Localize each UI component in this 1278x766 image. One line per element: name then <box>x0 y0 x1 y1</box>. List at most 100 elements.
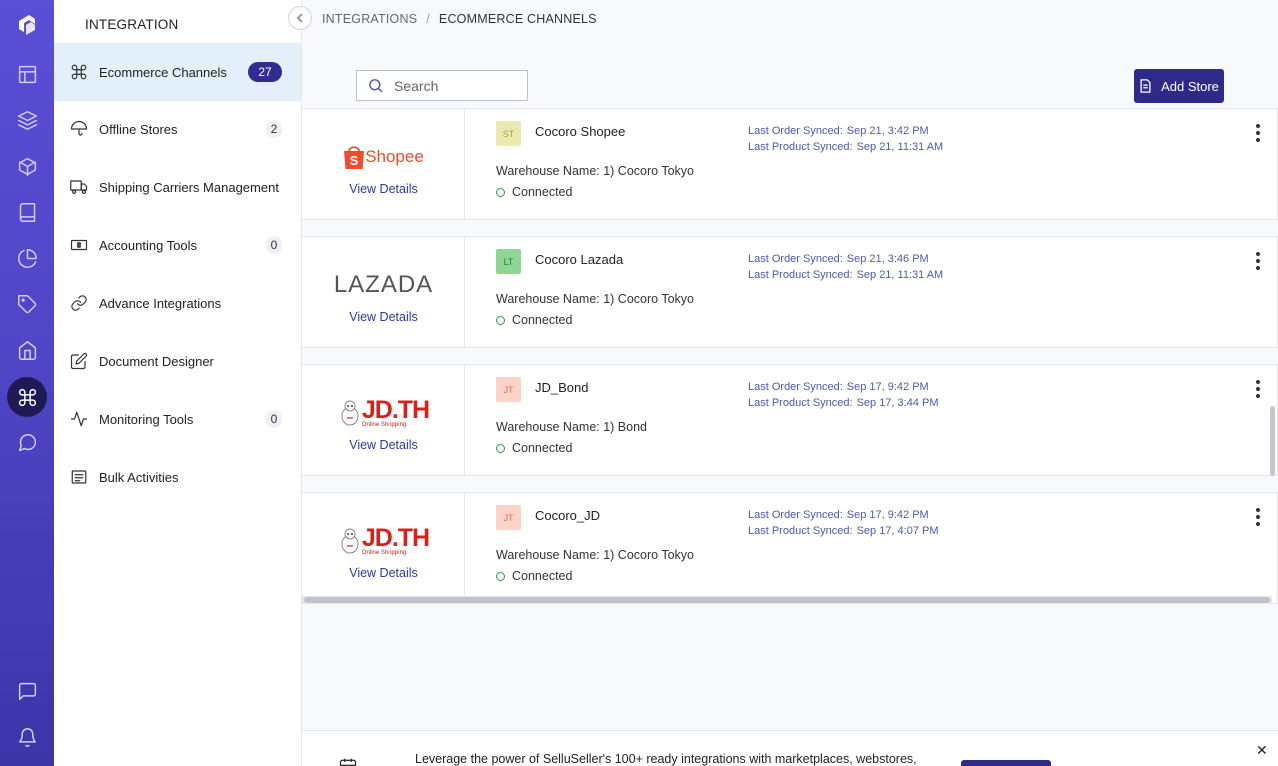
status-text: Connected <box>512 313 573 327</box>
view-details-link[interactable]: View Details <box>302 566 465 580</box>
sidebar-item-monitoring-tools[interactable]: Monitoring Tools 0 <box>54 390 301 448</box>
collapse-sidebar-button[interactable] <box>288 6 312 30</box>
view-details-link[interactable]: View Details <box>302 310 465 324</box>
brand-name: Shopee <box>365 147 424 166</box>
calendar-icon <box>338 757 358 766</box>
money-icon <box>69 235 89 255</box>
sidebar-item-label: Shipping Carriers Management <box>99 179 279 195</box>
lazada-logo: LAZADA <box>302 265 465 305</box>
sidebar-item-advance-integrations[interactable]: Advance Integrations <box>54 274 301 332</box>
view-details-link[interactable]: View Details <box>302 182 465 196</box>
sync-info: Last Order Synced: Sep 17, 9:42 PM Last P… <box>748 379 939 411</box>
more-options-icon[interactable] <box>1252 252 1264 270</box>
box-icon[interactable] <box>7 146 47 186</box>
connection-status: Connected <box>496 441 572 455</box>
layers-icon[interactable] <box>7 100 47 140</box>
app-rail <box>0 0 54 766</box>
last-order-value: Sep 17, 9:42 PM <box>846 381 929 393</box>
last-order-value: Sep 21, 3:42 PM <box>846 125 929 137</box>
message-square-icon[interactable] <box>7 671 47 711</box>
store-avatar: ST <box>496 121 521 146</box>
sidebar-title: INTEGRATION <box>85 17 179 32</box>
horizontal-scrollbar[interactable] <box>302 596 1272 604</box>
warehouse-name: Warehouse Name: 1) Cocoro Tokyo <box>496 164 695 178</box>
home-icon[interactable] <box>7 330 47 370</box>
integration-sidebar: INTEGRATION Ecommerce Channels 27 Offlin… <box>54 0 312 766</box>
jd-mascot-icon <box>341 400 359 426</box>
pie-chart-icon[interactable] <box>7 238 47 278</box>
shopping-bag-icon: S <box>344 146 365 169</box>
sidebar-item-offline-stores[interactable]: Offline Stores 2 <box>54 100 301 158</box>
sidebar-item-label: Monitoring Tools <box>99 411 194 427</box>
sidebar-item-label: Ecommerce Channels <box>99 64 227 80</box>
message-circle-icon[interactable] <box>7 422 47 462</box>
status-dot-icon <box>496 315 505 325</box>
sidebar-item-label: Offline Stores <box>99 121 178 137</box>
store-list: S Shopee View Details ST Cocoro Shopee W… <box>302 108 1278 604</box>
status-dot-icon <box>496 187 505 197</box>
sidebar-item-label: Document Designer <box>99 353 214 369</box>
scrollbar-thumb[interactable] <box>304 597 1270 603</box>
sync-info: Last Order Synced: Sep 17, 9:42 PM Last P… <box>748 507 939 539</box>
document-icon <box>1140 79 1151 93</box>
bell-icon[interactable] <box>7 717 47 757</box>
count-badge: 0 <box>266 410 282 428</box>
close-icon[interactable]: ✕ <box>1256 742 1268 759</box>
store-name: Cocoro_JD <box>535 508 601 523</box>
last-order-value: Sep 17, 9:42 PM <box>846 509 929 521</box>
store-name: Cocoro Shopee <box>535 124 626 139</box>
last-product-value: Sep 21, 11:31 AM <box>856 141 944 153</box>
store-avatar: LT <box>496 249 521 274</box>
search-input[interactable] <box>394 77 514 94</box>
book-icon[interactable] <box>7 192 47 232</box>
store-avatar: JT <box>496 505 521 530</box>
vertical-scrollbar[interactable] <box>1270 406 1275 476</box>
activity-icon <box>69 409 89 429</box>
sync-info: Last Order Synced: Sep 21, 3:42 PM Last P… <box>748 123 943 155</box>
chevron-left-icon <box>296 13 303 23</box>
sidebar-item-document-designer[interactable]: Document Designer <box>54 332 301 390</box>
store-logo-column: LAZADA View Details <box>302 237 465 347</box>
sidebar-item-bulk-activities[interactable]: Bulk Activities <box>54 448 301 506</box>
view-details-link[interactable]: View Details <box>302 438 465 452</box>
count-badge: 27 <box>248 62 282 82</box>
count-badge: 0 <box>266 236 282 254</box>
more-options-icon[interactable] <box>1252 380 1264 398</box>
add-store-label: Add Store <box>1161 78 1219 94</box>
logo-icon[interactable] <box>7 4 47 44</box>
store-card: LAZADA View Details LT Cocoro Lazada War… <box>302 236 1278 348</box>
banner-text: Leverage the power of SelluSeller's 100+… <box>415 752 917 766</box>
more-options-icon[interactable] <box>1252 508 1264 526</box>
sidebar-item-shipping-carriers[interactable]: Shipping Carriers Management <box>54 158 301 216</box>
link-icon <box>69 293 89 313</box>
add-store-button[interactable]: Add Store <box>1134 69 1224 103</box>
jd-mascot-icon <box>341 528 359 554</box>
warehouse-name: Warehouse Name: 1) Bond <box>496 420 648 434</box>
store-logo-column: JD.TH Online Shopping View Details <box>302 493 465 603</box>
search-box[interactable] <box>356 70 528 101</box>
brand-name: JD.TH <box>361 523 430 552</box>
store-avatar: JT <box>496 377 521 402</box>
svg-text:S: S <box>350 153 359 168</box>
truck-icon <box>69 177 89 197</box>
last-product-value: Sep 17, 3:44 PM <box>856 397 939 409</box>
status-text: Connected <box>512 185 573 199</box>
sync-info: Last Order Synced: Sep 21, 3:46 PM Last P… <box>748 251 943 283</box>
sidebar-item-ecommerce-channels[interactable]: Ecommerce Channels 27 <box>54 43 301 101</box>
brand-name: LAZADA <box>333 271 434 298</box>
connection-status: Connected <box>496 185 572 199</box>
last-order-label: Last Order Synced: <box>748 509 843 521</box>
breadcrumb-parent[interactable]: INTEGRATIONS <box>322 12 417 26</box>
sidebar-item-accounting-tools[interactable]: Accounting Tools 0 <box>54 216 301 274</box>
search-icon <box>369 79 383 93</box>
list-icon <box>69 467 89 487</box>
banner-cta-button[interactable] <box>961 760 1051 766</box>
tag-icon[interactable] <box>7 284 47 324</box>
status-dot-icon <box>496 571 505 581</box>
more-options-icon[interactable] <box>1252 124 1264 142</box>
store-card: S Shopee View Details ST Cocoro Shopee W… <box>302 108 1278 220</box>
layout-icon[interactable] <box>7 54 47 94</box>
command-icon[interactable] <box>7 377 47 417</box>
last-order-label: Last Order Synced: <box>748 253 843 265</box>
command-icon <box>69 62 89 82</box>
